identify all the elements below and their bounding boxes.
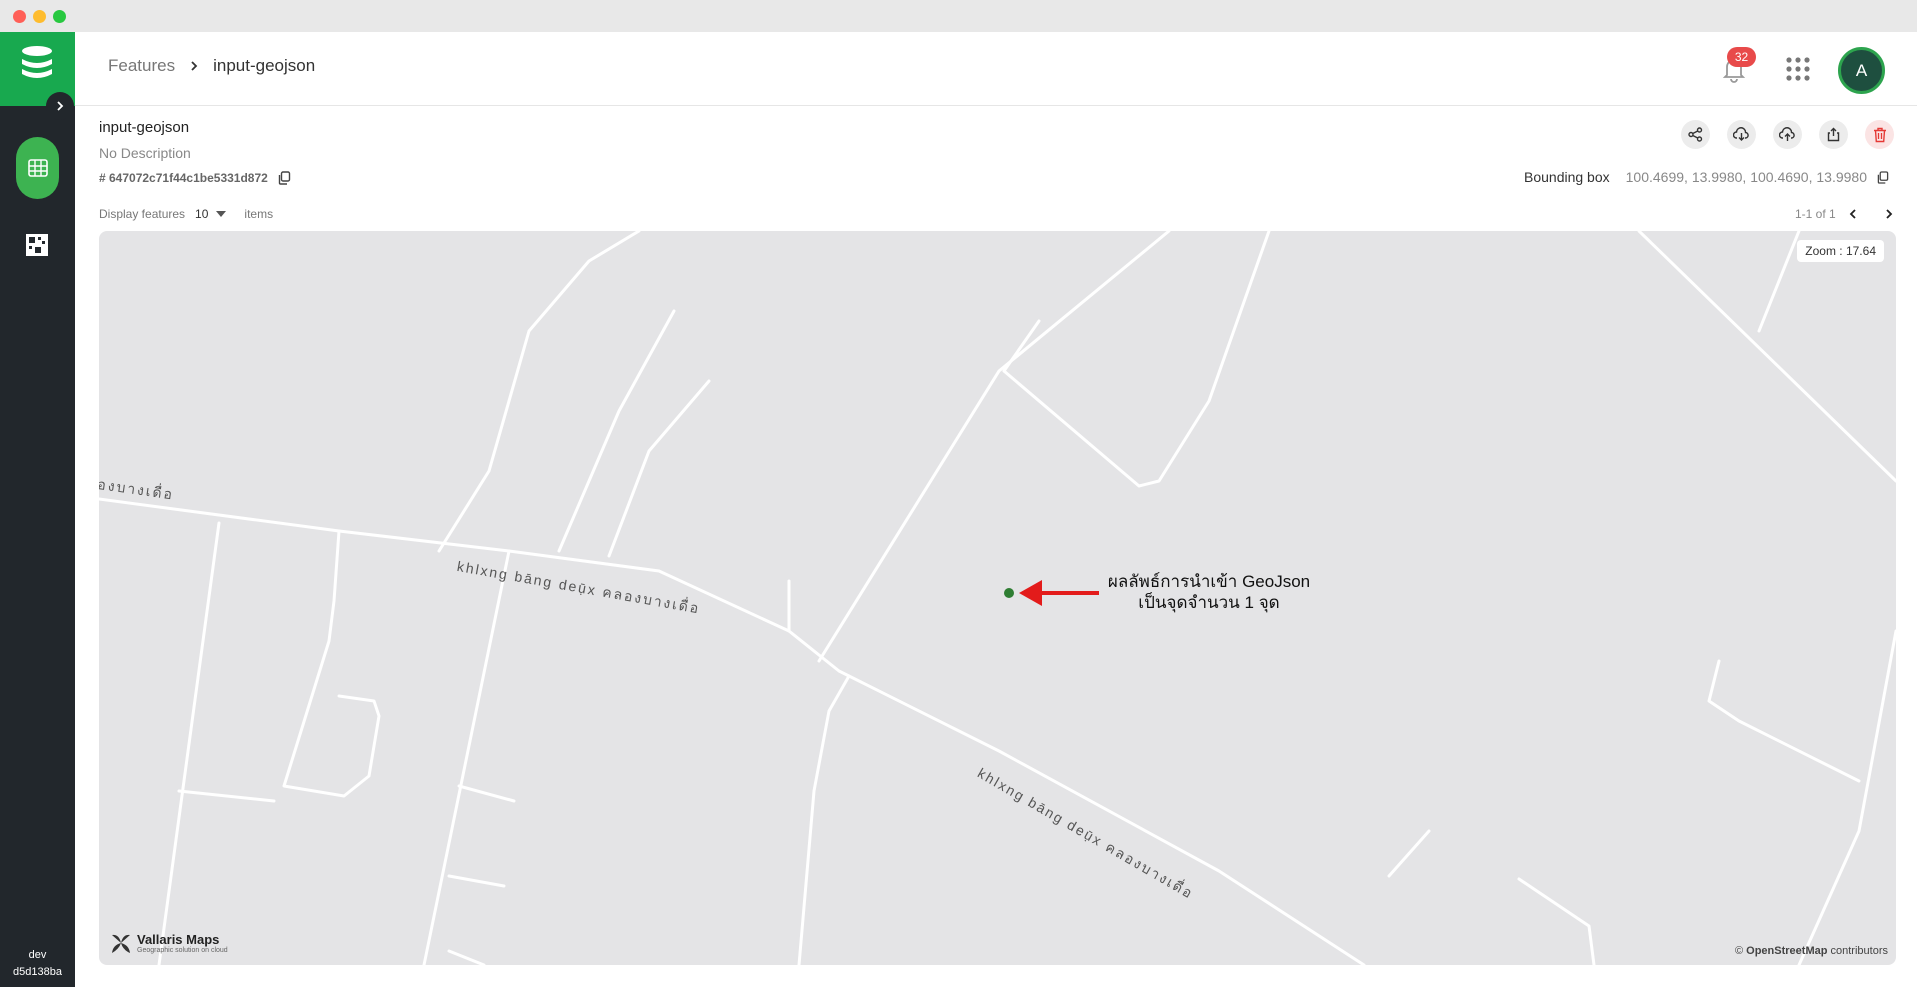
layer-description: No Description xyxy=(99,145,191,161)
annotation-line-2: เป็นจุดจำนวน 1 จุด xyxy=(1138,593,1280,612)
map-attribution: © OpenStreetMap contributors xyxy=(1735,945,1888,957)
pagination-range: 1-1 of 1 xyxy=(1795,207,1836,221)
pagination: 1-1 of 1 xyxy=(1795,207,1894,221)
chevron-right-icon xyxy=(57,101,64,111)
nav-tiles[interactable] xyxy=(24,232,50,258)
close-window-button[interactable] xyxy=(13,10,26,23)
page-size-select[interactable]: 10 xyxy=(195,207,227,221)
vallaris-leaf-icon xyxy=(112,934,130,953)
sidebar: dev d5d138ba xyxy=(0,32,75,987)
display-label: Display features xyxy=(99,207,186,221)
bbox-value: 100.4699, 13.9980, 100.4690, 13.9980 xyxy=(1625,169,1867,185)
bounding-box: Bounding box 100.4699, 13.9980, 100.4690… xyxy=(1524,169,1889,185)
attribution-suffix: contributors xyxy=(1830,945,1888,957)
annotation-line-1: ผลลัพธ์การนำเข้า GeoJson xyxy=(1107,572,1311,591)
minimize-window-button[interactable] xyxy=(33,10,46,23)
layer-id-text: # 647072c71f44c1be5331d872 xyxy=(99,171,268,185)
breadcrumb-features-link[interactable]: Features xyxy=(108,56,175,76)
header: Features input-geojson 32 A xyxy=(75,32,1917,106)
share-icon xyxy=(1688,127,1703,142)
main-content: input-geojson No Description # 647072c71… xyxy=(75,107,1917,987)
cloud-upload-icon xyxy=(1779,127,1795,141)
layer-id: # 647072c71f44c1be5331d872 xyxy=(99,171,291,185)
upload-button[interactable] xyxy=(1773,120,1802,149)
bbox-label: Bounding box xyxy=(1524,169,1610,185)
brand-tagline: Geographic solution on cloud xyxy=(137,947,228,954)
brand-name: Vallaris Maps xyxy=(137,932,220,947)
osm-link[interactable]: OpenStreetMap xyxy=(1746,945,1827,957)
share-button[interactable] xyxy=(1681,120,1710,149)
chevron-right-icon[interactable] xyxy=(1884,208,1894,220)
map-roads xyxy=(99,231,1896,965)
display-unit: items xyxy=(244,207,274,221)
notification-badge: 32 xyxy=(1727,47,1756,67)
copy-icon[interactable] xyxy=(1877,170,1889,184)
avatar[interactable]: A xyxy=(1838,47,1885,94)
apps-icon[interactable] xyxy=(1785,56,1811,82)
map-view[interactable]: khlxng bāng deụ̄x คลองบางเดื่อ khlxng bā… xyxy=(99,231,1896,965)
nav-features[interactable] xyxy=(16,137,59,199)
export-button[interactable] xyxy=(1819,120,1848,149)
map-brand-logo: Vallaris Maps Geographic solution on clo… xyxy=(109,931,228,955)
grid-icon xyxy=(26,234,48,256)
cloud-download-icon xyxy=(1733,127,1749,141)
delete-button[interactable] xyxy=(1865,120,1894,149)
chevron-left-icon[interactable] xyxy=(1848,208,1858,220)
page-size-value: 10 xyxy=(195,207,209,221)
layer-actions xyxy=(1681,120,1894,149)
expand-sidebar-button[interactable] xyxy=(46,92,74,120)
window-titlebar xyxy=(0,0,1917,32)
sidebar-footer: dev d5d138ba xyxy=(0,947,75,981)
map-annotation: ผลลัพธ์การนำเข้า GeoJson เป็นจุดจำนวน 1 … xyxy=(1099,571,1319,613)
layer-title: input-geojson xyxy=(99,119,190,136)
copy-icon[interactable] xyxy=(278,171,291,185)
chevron-right-icon xyxy=(191,61,198,71)
build-label: d5d138ba xyxy=(13,966,62,978)
download-button[interactable] xyxy=(1727,120,1756,149)
export-icon xyxy=(1827,127,1840,142)
table-icon xyxy=(27,159,48,177)
maximize-window-button[interactable] xyxy=(53,10,66,23)
display-features: Display features 10 items xyxy=(99,207,273,221)
env-label: dev xyxy=(28,949,47,961)
zoom-indicator: Zoom : 17.64 xyxy=(1797,240,1884,262)
app-window: dev d5d138ba Features input-geojson 32 A… xyxy=(0,32,1917,987)
breadcrumb: Features input-geojson xyxy=(108,56,315,76)
breadcrumb-current: input-geojson xyxy=(213,56,316,75)
trash-icon xyxy=(1873,127,1886,142)
caret-down-icon xyxy=(216,211,227,217)
attribution-prefix: © xyxy=(1734,945,1744,957)
